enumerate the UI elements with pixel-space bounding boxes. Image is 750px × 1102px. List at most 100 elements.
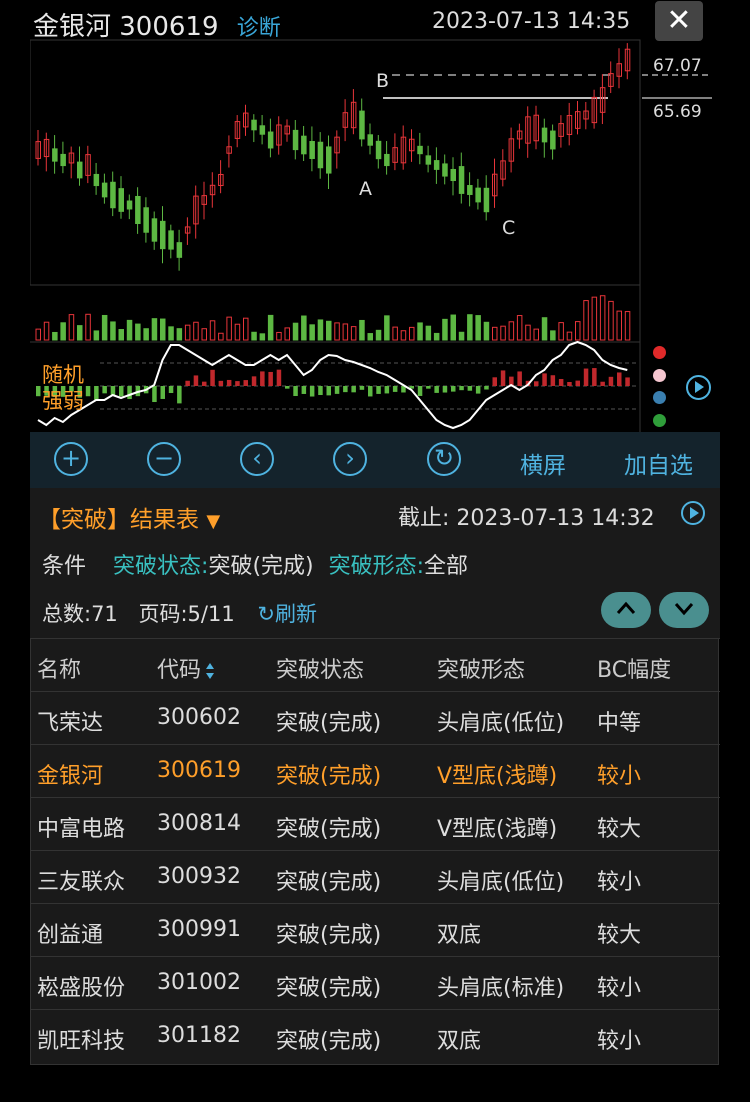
volume-bar bbox=[176, 328, 183, 341]
volume-bar bbox=[475, 315, 481, 341]
volume-bar bbox=[359, 319, 365, 341]
volume-bar bbox=[450, 314, 456, 341]
condition-shape-value: 全部 bbox=[424, 554, 469, 579]
volume-bar bbox=[259, 333, 266, 341]
candle-body bbox=[467, 185, 473, 195]
stock-name: 三友联众 bbox=[37, 870, 126, 895]
zoom-in-button[interactable]: + bbox=[54, 442, 88, 476]
volume-bar bbox=[483, 321, 490, 341]
bc-range: 较小 bbox=[597, 976, 642, 1001]
header-shape[interactable]: 突破形态 bbox=[437, 652, 525, 684]
bc-range: 较大 bbox=[597, 923, 642, 948]
header-name[interactable]: 名称 bbox=[37, 652, 81, 684]
oscillator-bar bbox=[293, 386, 298, 397]
prev-button[interactable]: ‹ bbox=[240, 442, 274, 476]
refresh-chart-button[interactable]: ↻ bbox=[427, 442, 461, 476]
volume-bar bbox=[43, 321, 50, 341]
landscape-button[interactable]: 横屏 bbox=[520, 446, 566, 480]
legend-dot-red[interactable] bbox=[653, 346, 666, 359]
page-up-button[interactable] bbox=[601, 592, 651, 628]
volume-bar bbox=[458, 331, 465, 341]
volume-bar bbox=[566, 331, 573, 341]
break-status: 突破(完成) bbox=[276, 870, 382, 895]
result-title-row[interactable]: 【突破】结果表 ▼ bbox=[38, 500, 220, 534]
oscillator-bar bbox=[542, 373, 547, 386]
sort-icon bbox=[206, 663, 215, 679]
table-row[interactable]: 飞荣达 300602 突破(完成) 头肩底(低位) 中等 bbox=[30, 691, 720, 744]
diagnose-link[interactable]: 诊断 bbox=[237, 16, 281, 41]
candle-body bbox=[450, 168, 456, 182]
table-row[interactable]: 创益通 300991 突破(完成) 双底 较大 bbox=[30, 903, 720, 956]
break-shape: 双底 bbox=[437, 923, 482, 948]
oscillator-bar bbox=[550, 375, 556, 386]
bc-range: 较小 bbox=[597, 870, 642, 895]
volume-bar bbox=[400, 330, 407, 341]
oscillator-bar bbox=[85, 386, 91, 397]
candle-body bbox=[126, 200, 133, 210]
condition-status-key: 突破状态: bbox=[113, 554, 209, 579]
break-status: 突破(完成) bbox=[276, 817, 382, 842]
table-row[interactable]: 中富电路 300814 突破(完成) V型底(浅蹲) 较大 bbox=[30, 797, 720, 850]
candle-body bbox=[433, 160, 440, 170]
kline-chart[interactable] bbox=[30, 0, 720, 432]
next-button[interactable]: › bbox=[333, 442, 367, 476]
oscillator-bar bbox=[459, 386, 464, 391]
stock-name: 崧盛股份 bbox=[37, 976, 126, 1001]
header-code[interactable]: 代码 bbox=[157, 652, 215, 684]
volume-bar bbox=[160, 318, 166, 341]
volume-bar bbox=[60, 322, 66, 341]
stock-code: 300814 bbox=[157, 811, 241, 836]
legend-dot-green[interactable] bbox=[653, 414, 666, 427]
zoom-out-button[interactable]: − bbox=[147, 442, 181, 476]
candle-body bbox=[176, 242, 183, 258]
volume-bar bbox=[433, 332, 440, 341]
table-row[interactable]: 三友联众 300932 突破(完成) 头肩底(低位) 较小 bbox=[30, 850, 720, 903]
oscillator-bar bbox=[185, 380, 190, 386]
stock-name: 中富电路 bbox=[37, 817, 126, 842]
candle-body bbox=[259, 125, 266, 135]
legend-dot-pink[interactable] bbox=[653, 369, 666, 382]
oscillator-bar bbox=[517, 371, 522, 386]
header-status[interactable]: 突破状态 bbox=[276, 652, 364, 684]
volume-bar bbox=[209, 320, 216, 341]
oscillator-bar bbox=[226, 379, 232, 386]
refresh-button[interactable]: ↻刷新 bbox=[257, 602, 317, 626]
break-status: 突破(完成) bbox=[276, 976, 382, 1001]
volume-bar bbox=[301, 315, 307, 341]
header-bc[interactable]: BC幅度 bbox=[597, 652, 671, 684]
volume-bar bbox=[85, 313, 91, 341]
oscillator-bar bbox=[625, 377, 630, 386]
refresh-icon: ↻ bbox=[257, 602, 276, 626]
volume-bar bbox=[168, 326, 174, 341]
add-watchlist-button[interactable]: 加自选 bbox=[624, 446, 693, 480]
stock-name: 金银河 bbox=[37, 764, 104, 789]
legend-dot-blue[interactable] bbox=[653, 391, 666, 404]
close-button[interactable]: ✕ bbox=[655, 1, 703, 41]
oscillator-bar bbox=[567, 381, 572, 386]
volume-bar bbox=[276, 331, 282, 341]
candle-body bbox=[143, 207, 149, 233]
table-header: 名称 代码 突破状态 突破形态 BC幅度 bbox=[30, 638, 720, 691]
table-row[interactable]: 崧盛股份 301002 突破(完成) 头肩底(标准) 较小 bbox=[30, 956, 720, 1009]
candle-body bbox=[475, 187, 481, 203]
oscillator-bar bbox=[359, 386, 365, 390]
page-down-button[interactable] bbox=[659, 592, 709, 628]
header-datetime: 2023-07-13 14:35 bbox=[432, 9, 631, 34]
volume-bar bbox=[101, 314, 108, 341]
break-status: 突破(完成) bbox=[276, 764, 382, 789]
cutoff-play-button[interactable] bbox=[681, 501, 705, 525]
volume-bar bbox=[508, 321, 515, 341]
break-shape: 头肩底(标准) bbox=[437, 976, 565, 1001]
side-play-button[interactable] bbox=[686, 375, 711, 400]
refresh-label: 刷新 bbox=[275, 602, 318, 626]
table-row[interactable]: 凯旺科技 301182 突破(完成) 双底 较小 bbox=[30, 1009, 720, 1062]
candle-body bbox=[384, 153, 390, 167]
break-status: 突破(完成) bbox=[276, 923, 382, 948]
volume-bar bbox=[558, 322, 564, 341]
candle-body bbox=[151, 218, 158, 242]
candle-body bbox=[301, 135, 307, 155]
oscillator-bar bbox=[500, 370, 506, 386]
table-row[interactable]: 金银河 300619 突破(完成) V型底(浅蹲) 较小 bbox=[30, 744, 720, 797]
chevron-down-icon bbox=[674, 603, 694, 616]
oscillator-bar bbox=[417, 386, 423, 396]
